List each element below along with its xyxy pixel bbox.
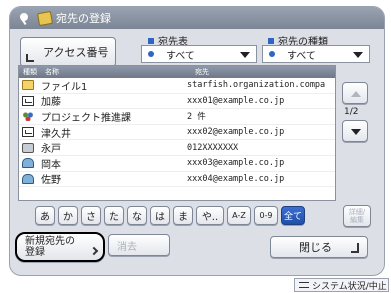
fax-icon <box>22 142 34 153</box>
kana-button-a[interactable]: あ <box>35 206 55 225</box>
list-item[interactable]: プロジェクト推進課 2 件 <box>19 109 335 125</box>
list-item[interactable]: 岡本 xxx03@example.co.jp <box>19 156 335 172</box>
arrow-down-icon <box>351 129 361 135</box>
kana-button-na[interactable]: な <box>127 206 147 225</box>
folder-icon <box>22 173 34 184</box>
item-address: starfish.organization.compa <box>187 80 326 91</box>
delete-button[interactable]: 消去 <box>108 234 170 256</box>
kana-button-ma[interactable]: ま <box>173 206 193 225</box>
list-item[interactable]: 加藤 xxx01@example.co.jp <box>19 94 335 110</box>
system-status-button[interactable]: システム状況/中止 <box>294 278 389 292</box>
chevron-down-icon <box>240 52 250 58</box>
access-number-label: アクセス番号 <box>43 46 109 59</box>
scroll-down-button[interactable] <box>342 120 368 142</box>
item-address: 2 件 <box>187 112 206 123</box>
chevron-down-icon <box>353 52 363 58</box>
item-address: xxx03@example.co.jp <box>187 158 285 169</box>
item-name: プロジェクト推進課 <box>41 112 131 124</box>
corner-arrow-icon <box>89 246 99 256</box>
new-button-line2: 登録 <box>25 247 45 258</box>
status-icon <box>299 282 309 288</box>
item-address: xxx01@example.co.jp <box>187 95 285 106</box>
status-bar: システム状況/中止 <box>0 278 391 293</box>
new-destination-button[interactable]: 新規宛先の 登録 <box>15 232 105 262</box>
title-bar: 宛先の登録 <box>10 7 384 29</box>
scroll-up-button[interactable] <box>342 82 368 104</box>
column-name: 名称 <box>45 68 59 76</box>
file-icon <box>22 80 34 91</box>
kana-button-all[interactable]: 全て <box>281 206 305 225</box>
kana-button-sa[interactable]: さ <box>81 206 101 225</box>
kana-button-ta[interactable]: た <box>104 206 124 225</box>
radio-dot-icon <box>269 51 275 57</box>
destination-type-dropdown[interactable]: すべて <box>262 45 370 63</box>
kana-button-az[interactable]: A-Z <box>227 206 251 225</box>
close-button[interactable]: 閉じる <box>270 236 368 258</box>
pin-icon <box>18 11 32 25</box>
list-item[interactable]: 津久井 xxx02@example.co.jp <box>19 125 335 141</box>
email-icon <box>22 127 34 138</box>
arrow-up-icon <box>351 91 361 97</box>
item-address: xxx02@example.co.jp <box>187 127 285 138</box>
item-name: 佐野 <box>41 175 61 187</box>
square-bullet-icon <box>268 37 274 44</box>
column-type: 種類 <box>23 68 37 76</box>
detail-edit-button[interactable]: 詳細/ 編集 <box>343 205 371 227</box>
address-book-icon <box>36 10 54 26</box>
item-name: 加藤 <box>41 97 61 109</box>
new-button-line1: 新規宛先の <box>25 236 75 247</box>
list-header: 種類 名称 宛先 <box>19 66 335 78</box>
item-name: 永戸 <box>41 144 61 156</box>
window-title: 宛先の登録 <box>56 12 111 25</box>
item-address: 012XXXXXXX <box>187 142 239 153</box>
kana-button-ha[interactable]: は <box>150 206 170 225</box>
kana-button-ya[interactable]: や.. <box>196 206 224 225</box>
column-destination: 宛先 <box>195 68 209 76</box>
list-item[interactable]: 永戸 012XXXXXXX <box>19 140 335 156</box>
page-indicator: 1/2 <box>344 107 359 117</box>
access-number-button[interactable]: アクセス番号 <box>20 37 116 67</box>
group-icon <box>22 111 34 122</box>
radio-dot-icon <box>148 51 154 57</box>
item-name: ファイル1 <box>41 81 88 93</box>
item-address: xxx04@example.co.jp <box>187 173 285 184</box>
kana-button-ka[interactable]: か <box>58 206 78 225</box>
folder-icon <box>22 158 34 169</box>
corner-mark-icon <box>26 54 34 62</box>
list-item[interactable]: 佐野 xxx04@example.co.jp <box>19 172 335 188</box>
item-name: 津久井 <box>41 128 71 140</box>
address-book-dropdown[interactable]: すべて <box>141 45 257 63</box>
square-bullet-icon <box>148 37 154 44</box>
list-item[interactable]: ファイル1 starfish.organization.compa <box>19 78 335 94</box>
item-name: 岡本 <box>41 159 61 171</box>
email-icon <box>22 95 34 106</box>
kana-button-09[interactable]: 0-9 <box>254 206 278 225</box>
enter-icon <box>351 243 359 253</box>
address-list: 種類 名称 宛先 ファイル1 starfish.organization.com… <box>18 65 336 201</box>
